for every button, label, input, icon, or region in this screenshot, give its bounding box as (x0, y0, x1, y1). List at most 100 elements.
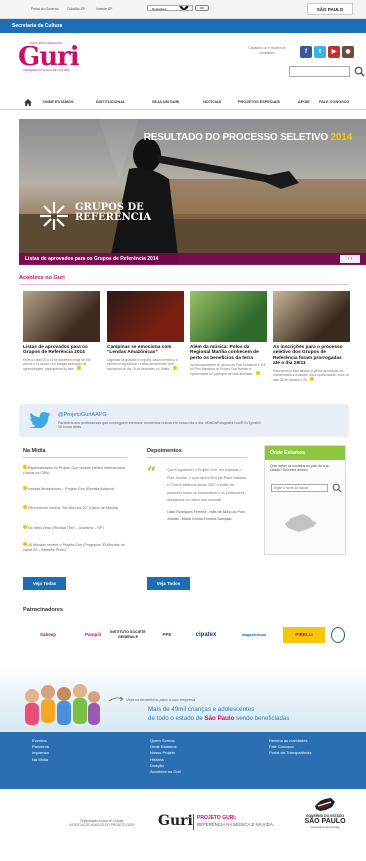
ok-button[interactable]: OK (195, 5, 209, 11)
nav-noticias[interactable]: NOTÍCIAS (203, 100, 221, 104)
sponsor-logo[interactable]: Pampili (78, 627, 108, 643)
footer-link[interactable]: Imprensa (32, 750, 49, 756)
hero-title-year: 2014 (330, 132, 353, 143)
sponsor-logo[interactable] (331, 627, 345, 643)
veja-todas-button[interactable]: Veja Todas (23, 577, 66, 590)
footer-col-2: Quem Somos Onde Estamos Nosso Projeto Hi… (150, 738, 181, 775)
main-nav: ONDE ESTAMOS INSTITUCIONAL SEJA UM GURI … (0, 96, 366, 110)
footer-link[interactable]: Portal da Transparência (269, 750, 311, 756)
sp-map-icon (285, 514, 317, 532)
news-image (273, 291, 350, 342)
logo-sub-text: ORGANIZAÇÃO SOCIAL DE CULTURA (22, 69, 70, 72)
sponsor-logo[interactable]: Sabesp (28, 627, 68, 643)
footer-col-1: Eventos Parceiros Imprensa Na Mídia (32, 738, 49, 763)
nav-fale-conosco[interactable]: FALE CONOSCO (319, 100, 349, 104)
news-title[interactable]: Campinas se emociona com “Lendas Amazôni… (107, 345, 184, 356)
guri-bottom-logo[interactable]: Guri (158, 813, 193, 829)
footer-link[interactable]: Acontece no Guri (150, 769, 181, 775)
news-image (107, 291, 184, 342)
nav-onde-estamos[interactable]: ONDE ESTAMOS (43, 100, 74, 104)
twitter-bird-icon[interactable] (29, 412, 51, 428)
instagram-icon[interactable]: ◉ (342, 46, 354, 58)
news-text: Aproximadamente 40 alunos do Polo Echapo… (190, 363, 266, 377)
newsletter-link[interactable]: Cadastre-se e receba as novidades (247, 46, 287, 55)
news-text: Lágrimas de gratidão e orgulho. Assim te… (107, 357, 178, 371)
sponsor-logo[interactable]: cipatex (186, 627, 226, 643)
sponsor-logo[interactable]: PIRELLI (283, 627, 325, 643)
tagline-1: PROJETO GURI: (197, 815, 237, 821)
nav-projetos-especiais[interactable]: PROJETOS ESPECIAIS (238, 100, 280, 104)
patrocinadores-title: Patrocinadores (23, 607, 64, 613)
footer-link[interactable]: Na Mídia (32, 757, 49, 763)
news-title[interactable]: As inscrições para o processo seletivo d… (273, 345, 350, 367)
midia-item[interactable]: No ritmo certo (Revista TEM – Unanimo – … (23, 525, 127, 531)
hero-slider[interactable]: RESULTADO DO PROCESSO SELETIVO 2014 GRUP… (19, 119, 366, 264)
banner-line1: Mais de 49mil crianças e adolescentes (148, 706, 255, 713)
beneficios-banner[interactable]: Veja os benefícios para a sua empresa Ma… (0, 668, 366, 732)
sponsor-logo[interactable]: INSTITUTO SOCIETE GENERALE (106, 627, 150, 643)
tagline-2: REFERÊNCIA NA MÚSICA E NA VIDA. (197, 822, 275, 827)
midia-item[interactable]: Lendas Amazônicas – Projeto Guri (Revist… (23, 486, 127, 492)
page: Portal do Governo Cidadão.SP Investe SP … (0, 0, 366, 861)
footer: Eventos Parceiros Imprensa Na Mídia Quem… (0, 732, 366, 789)
onde-text: Quer saber os contatos do polo de sua ci… (270, 464, 329, 473)
veja-todos-button[interactable]: Veja Todos (147, 577, 190, 590)
org-social-text: Organização Social de Cultura: ASSOCIAÇÃO… (69, 819, 135, 827)
search-input[interactable] (289, 66, 350, 77)
banner-line2: de todo o estado de São Paulo sendo bene… (148, 715, 290, 722)
sponsor-logo[interactable]: PPE (152, 627, 182, 643)
onde-title: Onde Estamos (265, 446, 345, 460)
news-card[interactable]: Listas de aprovados para os Grupos de Re… (23, 291, 100, 371)
city-search-input[interactable] (271, 484, 328, 492)
nav-apoie[interactable]: APOIE (298, 100, 310, 104)
secretaria-bar: Secretaria da Cultura (0, 19, 366, 33)
destaques-select[interactable]: Destaques (147, 5, 193, 11)
gov-link-cidadao[interactable]: Cidadão.SP (67, 7, 85, 11)
news-card[interactable]: As inscrições para o processo seletivo d… (273, 291, 350, 382)
hero-caption[interactable]: Listas de aprovados para os Grupos de Re… (19, 253, 366, 265)
beneficios-link[interactable]: Veja os benefícios para a sua empresa (126, 697, 195, 702)
twitter-box: @ProjetoGuriAAPG Parabéns aos profission… (19, 404, 349, 437)
sp-map-logo-icon (315, 798, 335, 811)
sponsor-logo[interactable]: magazineluiza (230, 627, 278, 643)
twitter-icon[interactable]: t (314, 46, 326, 58)
facebook-icon[interactable]: f (300, 46, 312, 58)
onde-estamos-box: Onde Estamos Quer saber os contatos do p… (264, 445, 346, 555)
guri-logo[interactable]: ASSOCIAÇÃO AMIGOS DO Guri ORGANIZAÇÃO SO… (18, 42, 80, 88)
slider-arrows[interactable]: ‹ › (340, 255, 360, 263)
news-text: Para quem já está afinado e pensa aprofu… (273, 368, 350, 382)
arrow-icon (108, 696, 124, 702)
twitter-handle[interactable]: @ProjetoGuriAAPG (58, 412, 107, 418)
news-text: Entre os dias 04 a 14 de dezembro mais d… (23, 357, 91, 371)
children-image (25, 684, 100, 725)
tweet-text: Parabéns aos profissionais que conseguem… (58, 421, 261, 429)
news-card[interactable]: Campinas se emociona com “Lendas Amazôni… (107, 291, 184, 371)
footer-col-3: Receba as novidades Fale Conosco Portal … (269, 738, 311, 757)
youtube-icon[interactable]: ▶ (328, 46, 340, 58)
sp-gov-logo[interactable]: SÃO PAULO (307, 3, 353, 15)
star-burst-icon (40, 202, 68, 230)
gov-link-investe[interactable]: Investe SP (96, 7, 112, 11)
news-title[interactable]: Além da música: Polos da Regional Maríli… (190, 345, 267, 361)
gov-link-portal[interactable]: Portal do Governo (31, 7, 59, 11)
midia-item[interactable]: Percorrendo versos “Só Vira nos 30” (Diá… (23, 505, 127, 511)
midia-item[interactable]: 30 Minutos recebe o Projeto Guri (Progra… (23, 542, 127, 552)
nav-seja-um-guri[interactable]: SEJA UM GURI (152, 100, 179, 104)
news-image (190, 291, 267, 342)
midia-item[interactable]: Especialização do Projeto Guri recebe pr… (23, 465, 127, 475)
gov-bar: Portal do Governo Cidadão.SP Investe SP … (0, 0, 366, 19)
depoimento-author: Lilian Rodrigues Ferreira - mãe de Aluno… (167, 509, 245, 522)
tweet-time: 16 horas atrás (58, 425, 81, 429)
gov-sp-logo[interactable]: GOVERNO DO ESTADO SÃO PAULO Secretaria d… (300, 814, 350, 829)
logo-name: Guri (18, 42, 80, 72)
hero-badge: GRUPOS DE REFERÊNCIA (75, 202, 152, 223)
depoimentos-title: Depoimentos (147, 448, 182, 454)
news-image (23, 291, 100, 342)
city-search-icon[interactable] (332, 483, 342, 493)
search-icon[interactable] (354, 66, 365, 77)
bottom-logos: Organização Social de Cultura: ASSOCIAÇÃO… (0, 789, 366, 861)
news-card[interactable]: Além da música: Polos da Regional Maríli… (190, 291, 267, 376)
nav-institucional[interactable]: INSTITUCIONAL (96, 100, 125, 104)
home-icon[interactable] (24, 99, 32, 106)
news-title[interactable]: Listas de aprovados para os Grupos de Re… (23, 345, 100, 356)
